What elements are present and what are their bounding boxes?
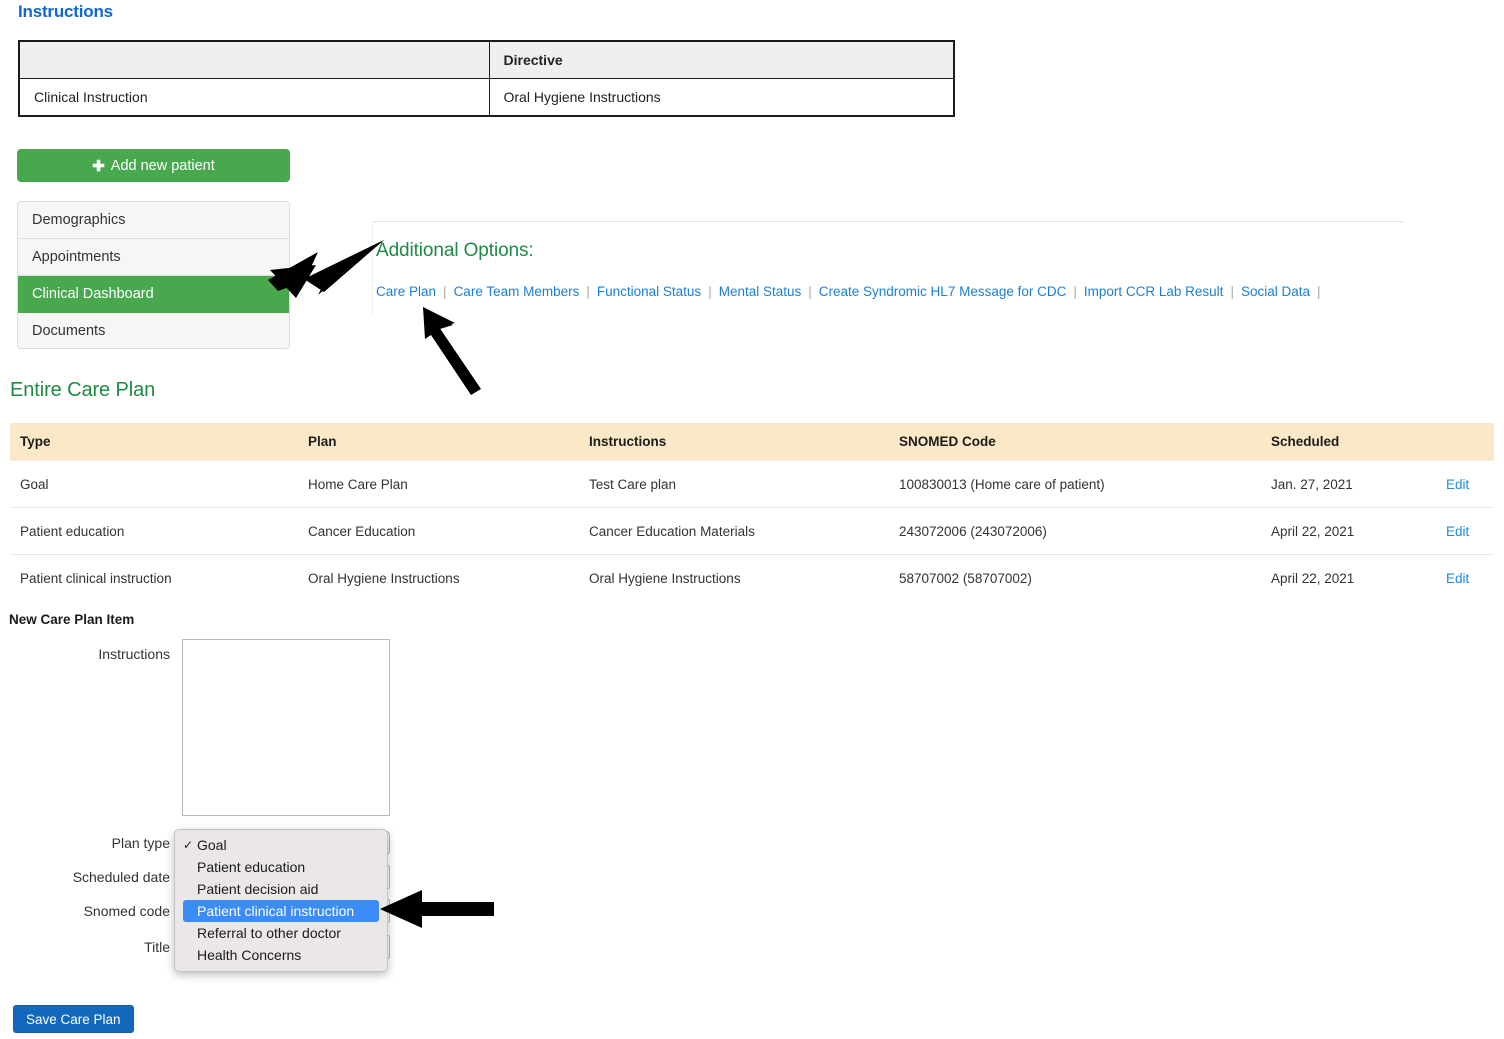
cell-plan: Home Care Plan [298,460,579,508]
table-header-row: Directive [18,40,955,79]
plus-icon: ✚ [92,157,105,175]
sidebar-item-label: Appointments [32,249,121,265]
dropdown-option-label: Goal [197,837,227,853]
annotation-arrow-to-care-plan-link [423,307,481,395]
column-header-type: Type [10,423,298,461]
link-separator: | [1317,284,1321,299]
link-social-data[interactable]: Social Data [1241,284,1310,299]
care-plan-title: Entire Care Plan [10,379,156,401]
link-create-syndromic-hl7-message[interactable]: Create Syndromic HL7 Message for CDC [819,284,1067,299]
cell-snomed: 58707002 (58707002) [889,554,1261,601]
link-import-ccr-lab-result[interactable]: Import CCR Lab Result [1084,284,1224,299]
dropdown-option-label: Health Concerns [197,947,302,963]
sidebar-item-label: Demographics [32,212,126,228]
link-separator: | [443,284,447,299]
column-header-plan: Plan [298,423,579,461]
link-separator: | [1230,284,1234,299]
link-mental-status[interactable]: Mental Status [719,284,802,299]
dropdown-option-patient-clinical-instruction[interactable]: Patient clinical instruction [183,900,379,922]
column-header-instructions: Instructions [579,423,889,461]
new-care-plan-item-title: New Care Plan Item [9,612,135,627]
sidebar-item-clinical-dashboard[interactable]: Clinical Dashboard [18,276,289,313]
cell-scheduled: April 22, 2021 [1261,507,1436,555]
save-care-plan-button[interactable]: Save Care Plan [13,1005,134,1033]
additional-options-title: Additional Options: [376,240,534,261]
cell-plan: Oral Hygiene Instructions [298,554,579,601]
sidebar-item-label: Documents [32,323,106,339]
column-header-actions [1436,423,1494,461]
dropdown-option-label: Patient clinical instruction [197,903,355,919]
cell-snomed: 100830013 (Home care of patient) [889,460,1261,508]
instructions-col-blank [18,40,490,79]
page-root: Instructions Directive Clinical Instruct… [0,0,1504,1039]
link-separator: | [586,284,590,299]
annotation-arrow-to-dropdown-option [380,890,494,928]
dropdown-option-label: Patient decision aid [197,881,319,897]
cell-scheduled: Jan. 27, 2021 [1261,460,1436,508]
cell-instructions: Oral Hygiene Instructions [579,554,889,601]
link-separator: | [708,284,712,299]
add-new-patient-label: Add new patient [110,157,215,174]
cell-snomed: 243072006 (243072006) [889,507,1261,555]
additional-options-panel: Additional Options: Care Plan | Care Team … [372,221,1404,315]
instructions-col-directive: Directive [488,40,955,79]
dropdown-option-goal[interactable]: ✓ Goal [175,834,387,856]
cell-type: Patient clinical instruction [10,554,298,601]
label-instructions: Instructions [98,646,170,662]
instructions-textarea[interactable] [182,639,390,816]
table-row: Patient education Cancer Education Cance… [10,507,1494,555]
sidebar-item-documents[interactable]: Documents [18,313,289,348]
sidebar-item-label: Clinical Dashboard [32,286,154,302]
label-scheduled-date: Scheduled date [72,869,170,885]
dropdown-option-health-concerns[interactable]: Health Concerns [175,944,387,966]
edit-link[interactable]: Edit [1446,477,1469,492]
table-row: Goal Home Care Plan Test Care plan 10083… [10,460,1494,508]
dropdown-option-patient-decision-aid[interactable]: Patient decision aid [175,878,387,900]
dropdown-option-label: Patient education [197,859,306,875]
cell-type: Goal [10,460,298,508]
check-icon: ✓ [183,838,194,852]
instruction-directive-cell: Oral Hygiene Instructions [488,78,955,117]
table-header-row: Type Plan Instructions SNOMED Code Sched… [10,423,1494,461]
instructions-heading: Instructions [18,2,113,21]
link-care-plan[interactable]: Care Plan [376,284,436,299]
link-separator: | [808,284,812,299]
cell-actions: Edit [1436,507,1494,555]
cell-actions: Edit [1436,554,1494,601]
cell-instructions: Test Care plan [579,460,889,508]
sidebar-item-demographics[interactable]: Demographics [18,202,289,239]
plan-type-dropdown-menu[interactable]: ✓ Goal Patient education Patient decisio… [174,829,388,972]
link-functional-status[interactable]: Functional Status [597,284,701,299]
label-snomed-code: Snomed code [83,903,170,919]
cell-plan: Cancer Education [298,507,579,555]
cell-actions: Edit [1436,460,1494,508]
edit-link[interactable]: Edit [1446,571,1469,586]
link-separator: | [1073,284,1077,299]
table-row: Patient clinical instruction Oral Hygien… [10,554,1494,601]
table-row: Clinical Instruction Oral Hygiene Instru… [18,78,955,117]
column-header-snomed-code: SNOMED Code [889,423,1261,461]
instruction-type-cell: Clinical Instruction [18,78,490,117]
add-new-patient-button[interactable]: ✚ Add new patient [17,149,290,182]
dropdown-option-referral-to-other-doctor[interactable]: Referral to other doctor [175,922,387,944]
edit-link[interactable]: Edit [1446,524,1469,539]
column-header-scheduled: Scheduled [1261,423,1436,461]
dropdown-option-label: Referral to other doctor [197,925,341,941]
cell-scheduled: April 22, 2021 [1261,554,1436,601]
label-plan-type: Plan type [111,835,170,851]
additional-options-links: Care Plan | Care Team Members | Functional S… [376,284,1328,299]
instructions-table: Directive Clinical Instruction Oral Hygi… [18,40,955,117]
link-care-team-members[interactable]: Care Team Members [454,284,580,299]
care-plan-table: Type Plan Instructions SNOMED Code Sched… [10,423,1494,601]
cell-instructions: Cancer Education Materials [579,507,889,555]
label-title: Title [144,939,170,955]
cell-type: Patient education [10,507,298,555]
sidebar-nav: Demographics Appointments Clinical Dashb… [17,201,290,349]
dropdown-option-patient-education[interactable]: Patient education [175,856,387,878]
sidebar-item-appointments[interactable]: Appointments [18,239,289,276]
